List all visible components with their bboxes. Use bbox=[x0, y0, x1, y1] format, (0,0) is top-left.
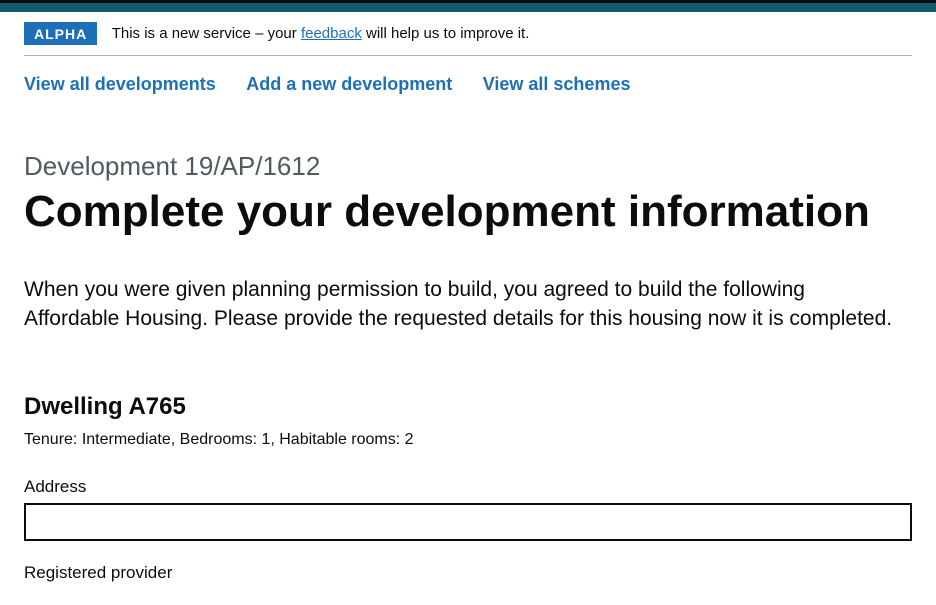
address-input[interactable] bbox=[24, 503, 912, 541]
phase-banner: ALPHA This is a new service – your feedb… bbox=[24, 12, 912, 56]
page-caption: Development 19/AP/1612 bbox=[24, 151, 912, 182]
page-title: Complete your development information bbox=[24, 188, 912, 236]
phase-text-prefix: This is a new service – your bbox=[112, 25, 301, 42]
nav-view-schemes[interactable]: View all schemes bbox=[483, 74, 631, 94]
provider-group: Registered provider bbox=[24, 563, 912, 583]
phase-text-suffix: will help us to improve it. bbox=[362, 25, 530, 42]
phase-text: This is a new service – your feedback wi… bbox=[112, 25, 530, 42]
address-label: Address bbox=[24, 477, 912, 497]
main-content: Development 19/AP/1612 Complete your dev… bbox=[0, 151, 936, 583]
feedback-link[interactable]: feedback bbox=[301, 25, 362, 42]
header-color-bar bbox=[0, 0, 936, 12]
dwelling-heading: Dwelling A765 bbox=[24, 393, 912, 421]
provider-label: Registered provider bbox=[24, 563, 912, 583]
nav-view-developments[interactable]: View all developments bbox=[24, 74, 216, 94]
phase-tag: ALPHA bbox=[24, 22, 97, 45]
address-group: Address bbox=[24, 477, 912, 541]
nav-add-development[interactable]: Add a new development bbox=[246, 74, 452, 94]
dwelling-meta: Tenure: Intermediate, Bedrooms: 1, Habit… bbox=[24, 431, 912, 449]
page-lede: When you were given planning permission … bbox=[24, 276, 904, 333]
primary-nav: View all developments Add a new developm… bbox=[0, 56, 936, 103]
